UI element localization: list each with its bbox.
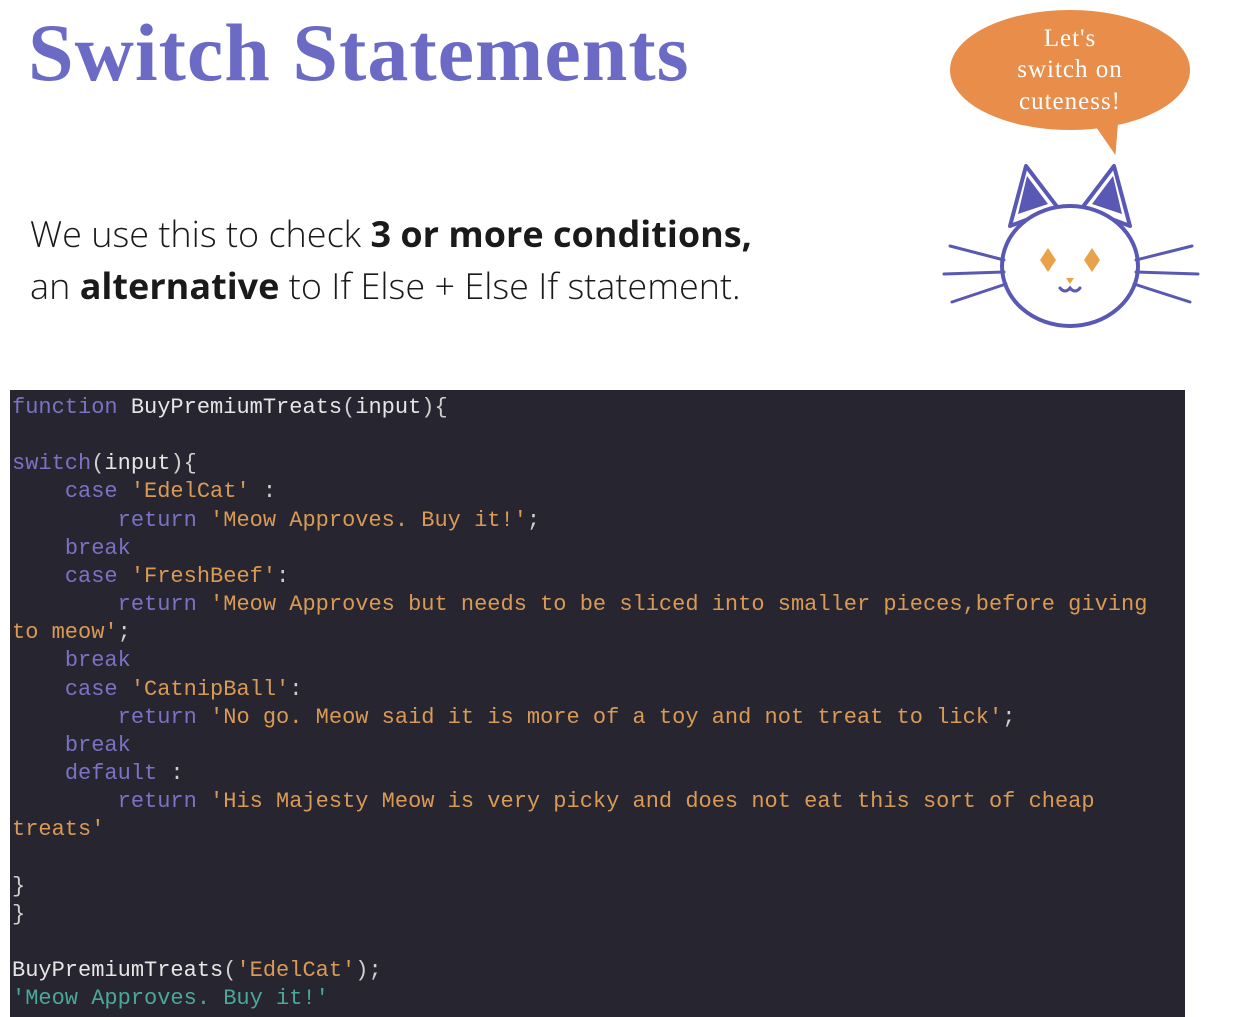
tok-sw-pclose: ) [170, 451, 183, 476]
code-block: function BuyPremiumTreats(input){ switch… [10, 390, 1185, 1017]
tok-fn-brace-close: } [12, 902, 25, 927]
tok-pclose: ) [421, 395, 434, 420]
tok-call-popen: ( [223, 958, 236, 983]
tok-semi-1: ; [527, 508, 540, 533]
speech-bubble-text: Let'sswitch oncuteness! [1017, 23, 1123, 117]
desc-2-bold: alternative [80, 261, 280, 310]
description-line-2: an alternative to If Else + Else If stat… [30, 260, 930, 312]
tok-ret-catnip: 'No go. Meow said it is more of a toy an… [197, 705, 1002, 730]
tok-case-3: case [65, 677, 118, 702]
tok-brace-open: { [434, 395, 447, 420]
tok-function: function [12, 395, 118, 420]
tok-break-2: break [65, 648, 131, 673]
tok-result: 'Meow Approves. Buy it!' [12, 986, 329, 1011]
tok-return-4: return [118, 789, 197, 814]
tok-sw-brace: { [184, 451, 197, 476]
description-line-1: We use this to check 3 or more condition… [30, 208, 930, 260]
tok-ret-edelcat: 'Meow Approves. Buy it!' [197, 508, 527, 533]
tok-return-3: return [118, 705, 197, 730]
tok-return-1: return [118, 508, 197, 533]
tok-switch: switch [12, 451, 91, 476]
tok-break-3: break [65, 733, 131, 758]
tok-popen: ( [342, 395, 355, 420]
tok-str-catnip: 'CatnipBall' [131, 677, 289, 702]
tok-break-1: break [65, 536, 131, 561]
speech-bubble: Let'sswitch oncuteness! [950, 10, 1190, 130]
tok-colon-4: : [157, 761, 183, 786]
desc-2-post: to If Else + Else If statement. [279, 261, 740, 310]
tok-colon-1: : [250, 479, 276, 504]
desc-1-pre: We use this to check [30, 209, 370, 258]
tok-call-semi: ; [368, 958, 381, 983]
desc-1-bold: 3 or more conditions, [370, 209, 751, 258]
tok-call-pclose: ) [355, 958, 368, 983]
description: We use this to check 3 or more condition… [30, 208, 930, 312]
tok-param: input [355, 395, 421, 420]
tok-call-arg: 'EdelCat' [236, 958, 355, 983]
tok-case-2: case [65, 564, 118, 589]
tok-call-name: BuyPremiumTreats [12, 958, 223, 983]
tok-semi-2: ; [118, 620, 131, 645]
tok-return-2: return [118, 592, 197, 617]
cat-icon [930, 136, 1210, 346]
tok-colon-2: : [276, 564, 289, 589]
tok-colon-3: : [289, 677, 302, 702]
desc-2-pre: an [30, 261, 80, 310]
tok-str-freshbeef: 'FreshBeef' [131, 564, 276, 589]
code-content: function BuyPremiumTreats(input){ switch… [12, 394, 1183, 1013]
tok-sw-brace-close: } [12, 874, 25, 899]
tok-fnname: BuyPremiumTreats [118, 395, 342, 420]
tok-str-edelcat: 'EdelCat' [131, 479, 250, 504]
page-title: Switch Statements [28, 6, 690, 100]
tok-default: default [65, 761, 157, 786]
tok-sw-arg: input [104, 451, 170, 476]
tok-semi-3: ; [1002, 705, 1015, 730]
tok-case-1: case [65, 479, 118, 504]
tok-sw-popen: ( [91, 451, 104, 476]
